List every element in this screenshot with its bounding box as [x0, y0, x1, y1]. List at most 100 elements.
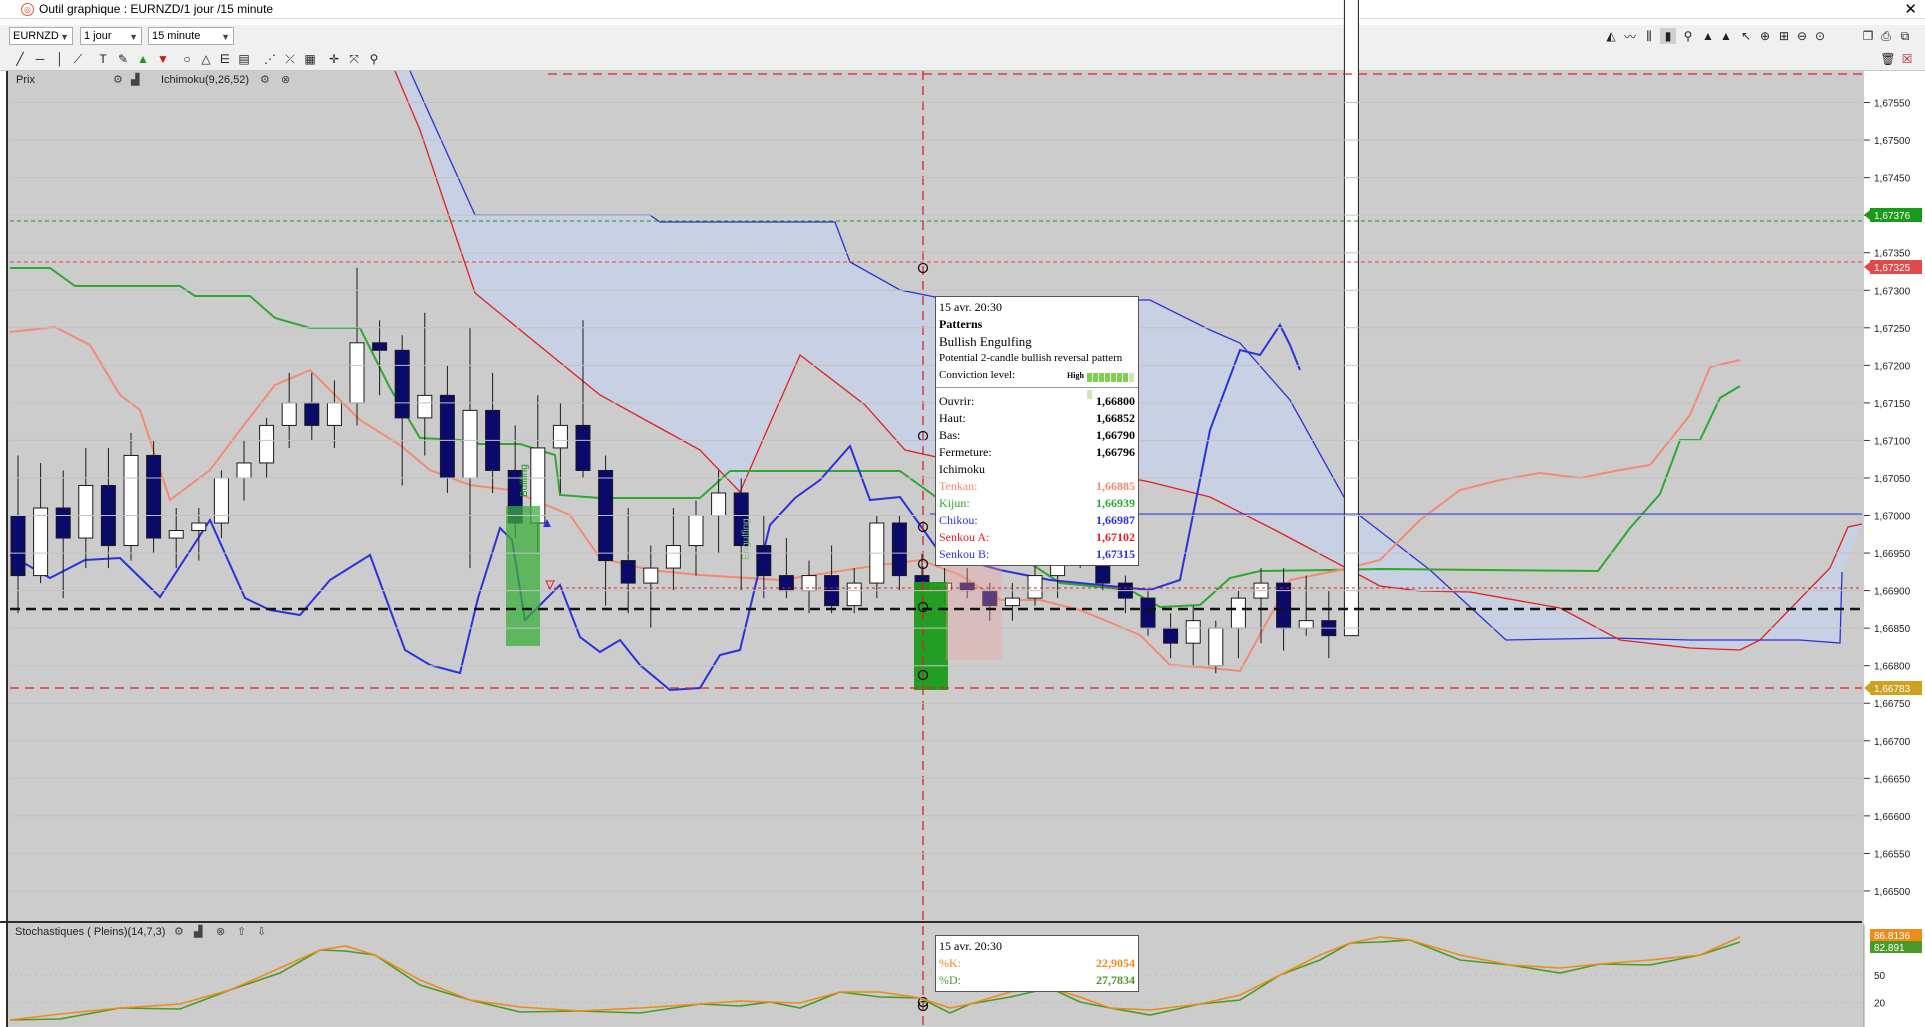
chart-tool-window: ◎ Outil graphique : EURNZD/1 jour /15 mi… [0, 0, 1925, 1027]
candle-body [462, 409, 478, 479]
candle-body [1185, 620, 1201, 644]
candle-body [213, 477, 229, 524]
close-value: 1,66796 [1096, 445, 1135, 459]
candle-tooltip: 15 avr. 20:30 Patterns Bullish Engulfing… [935, 296, 1139, 566]
candle-body [1027, 575, 1043, 599]
tooltip-pattern-desc: Potential 2-candle bullish reversal patt… [939, 352, 1123, 364]
candle-body [123, 454, 139, 547]
stoch-d-line [9, 939, 1741, 1021]
candle-body [168, 530, 184, 539]
tooltip-high-row: Haut: 1,66852 [939, 410, 1135, 427]
gear-icon[interactable]: ⚙ [260, 73, 270, 86]
tooltip-kijun-row: Kijun: 1,66939 [939, 495, 1135, 512]
axis-tick-label: 1,67000 [1874, 512, 1911, 523]
high-label: Haut: [939, 411, 966, 425]
senkou-a-value: 1,67102 [1096, 530, 1135, 544]
price-tag-low-arrow [1864, 683, 1870, 693]
stoch-tooltip: 15 avr. 20:30 %K: 22,9054 %D: 27,7834 [935, 935, 1139, 992]
axis-tick-label: 1,67150 [1874, 399, 1911, 410]
candle-body [349, 342, 365, 404]
candle-body [1208, 627, 1224, 667]
senkou-a-label: Senkou A: [939, 530, 990, 544]
candle-body [1140, 597, 1156, 629]
conviction-cell [1123, 373, 1128, 382]
axis-tick-label: 1,67500 [1874, 136, 1911, 147]
stoch-axis-label: 20 [1874, 999, 1886, 1010]
candle-body [688, 515, 704, 547]
candle-body [304, 402, 320, 426]
pattern-label-2: Engulfing [741, 518, 752, 560]
axis-tick-label: 1,66850 [1874, 624, 1911, 635]
tooltip-pattern-name: Bullish Engulfing [939, 334, 1032, 349]
conviction-label: Conviction level: [939, 369, 1016, 381]
tooltip-low-row: Bas: 1,66790 [939, 427, 1135, 444]
candle-body [1230, 597, 1246, 629]
conviction-cell [1111, 373, 1116, 382]
tooltip-ichimoku-heading: Ichimoku [939, 462, 985, 476]
stoch-k-label: %K: [939, 956, 961, 970]
move-down-icon[interactable]: ⇩ [257, 925, 266, 938]
candle-body [756, 545, 772, 577]
axis-tick-label: 1,66900 [1874, 587, 1911, 598]
conviction-cell [1099, 373, 1104, 382]
low-value: 1,66790 [1096, 428, 1135, 442]
price-tag-high: 1,67325 [1874, 263, 1911, 274]
candle-body [1004, 597, 1020, 607]
candle-body [846, 582, 862, 607]
stoch-d-label: %D: [939, 973, 961, 987]
axis-tick-label: 1,67550 [1874, 99, 1911, 110]
tooltip-tenkan-row: Tenkan: 1,66885 [939, 478, 1135, 495]
candle-body [191, 522, 207, 532]
candle-body [417, 394, 433, 419]
senkou-b-label: Senkou B: [939, 547, 990, 561]
conviction-cell [1087, 373, 1092, 382]
candle-body [1298, 620, 1314, 629]
candle-body [281, 402, 297, 426]
candle-body [778, 575, 794, 592]
stoch-d-value: 27,7834 [1096, 973, 1135, 987]
gear-icon[interactable]: ⚙ [113, 73, 123, 86]
move-up-icon[interactable]: ⇧ [237, 925, 246, 938]
price-tag-high-arrow [1864, 262, 1870, 272]
conviction-cell [1093, 373, 1098, 382]
tooltip-divider [936, 387, 1138, 388]
close-icon[interactable]: ⊗ [216, 925, 225, 938]
tooltip-senkou-a-row: Senkou A: 1,67102 [939, 529, 1135, 546]
axis-tick-label: 1,66750 [1874, 699, 1911, 710]
candle-body [665, 545, 681, 569]
stoch-k-line [9, 936, 1741, 1021]
axis-tick-label: 1,67100 [1874, 436, 1911, 447]
chikou-value: 1,66987 [1096, 513, 1135, 527]
axis-tick-label: 1,66950 [1874, 549, 1911, 560]
chart-style-icon[interactable]: ▟ [194, 925, 202, 938]
axis-tick-label: 1,67200 [1874, 361, 1911, 372]
price-tag-low: 1,66783 [1874, 684, 1911, 695]
axis-tick-label: 1,66650 [1874, 774, 1911, 785]
candle-body [394, 349, 410, 419]
candle-body [1276, 582, 1292, 629]
chart-style-icon[interactable]: ▟ [131, 73, 139, 86]
senkou-b-value: 1,67315 [1096, 547, 1135, 561]
axis-tick-label: 1,67300 [1874, 286, 1911, 297]
tooltip-datetime: 15 avr. 20:30 [939, 300, 1002, 314]
candle-body [33, 507, 49, 577]
candle-body [643, 567, 659, 584]
conviction-cell [1129, 373, 1134, 382]
stoch-axis-label: 50 [1874, 971, 1886, 982]
price-tag-current-arrow [1864, 210, 1870, 220]
gear-icon[interactable]: ⚙ [174, 925, 184, 938]
stoch-d-row: %D: 27,7834 [939, 972, 1135, 989]
open-value: 1,66800 [1096, 394, 1135, 408]
axis-tick-label: 1,66500 [1874, 887, 1911, 898]
conviction-value: High [1067, 371, 1084, 380]
candle-body [711, 492, 727, 517]
stoch-tooltip-datetime: 15 avr. 20:30 [939, 939, 1002, 953]
axis-tick-label: 1,66550 [1874, 849, 1911, 860]
axis-tick-label: 1,67350 [1874, 249, 1911, 260]
axis-tick-label: 1,67050 [1874, 474, 1911, 485]
axis-tick-label: 1,67450 [1874, 174, 1911, 185]
close-icon[interactable]: ⊗ [281, 73, 290, 86]
conviction-cell [1117, 373, 1122, 382]
axis-tick-label: 1,66700 [1874, 737, 1911, 748]
conviction-cell [1105, 373, 1110, 382]
